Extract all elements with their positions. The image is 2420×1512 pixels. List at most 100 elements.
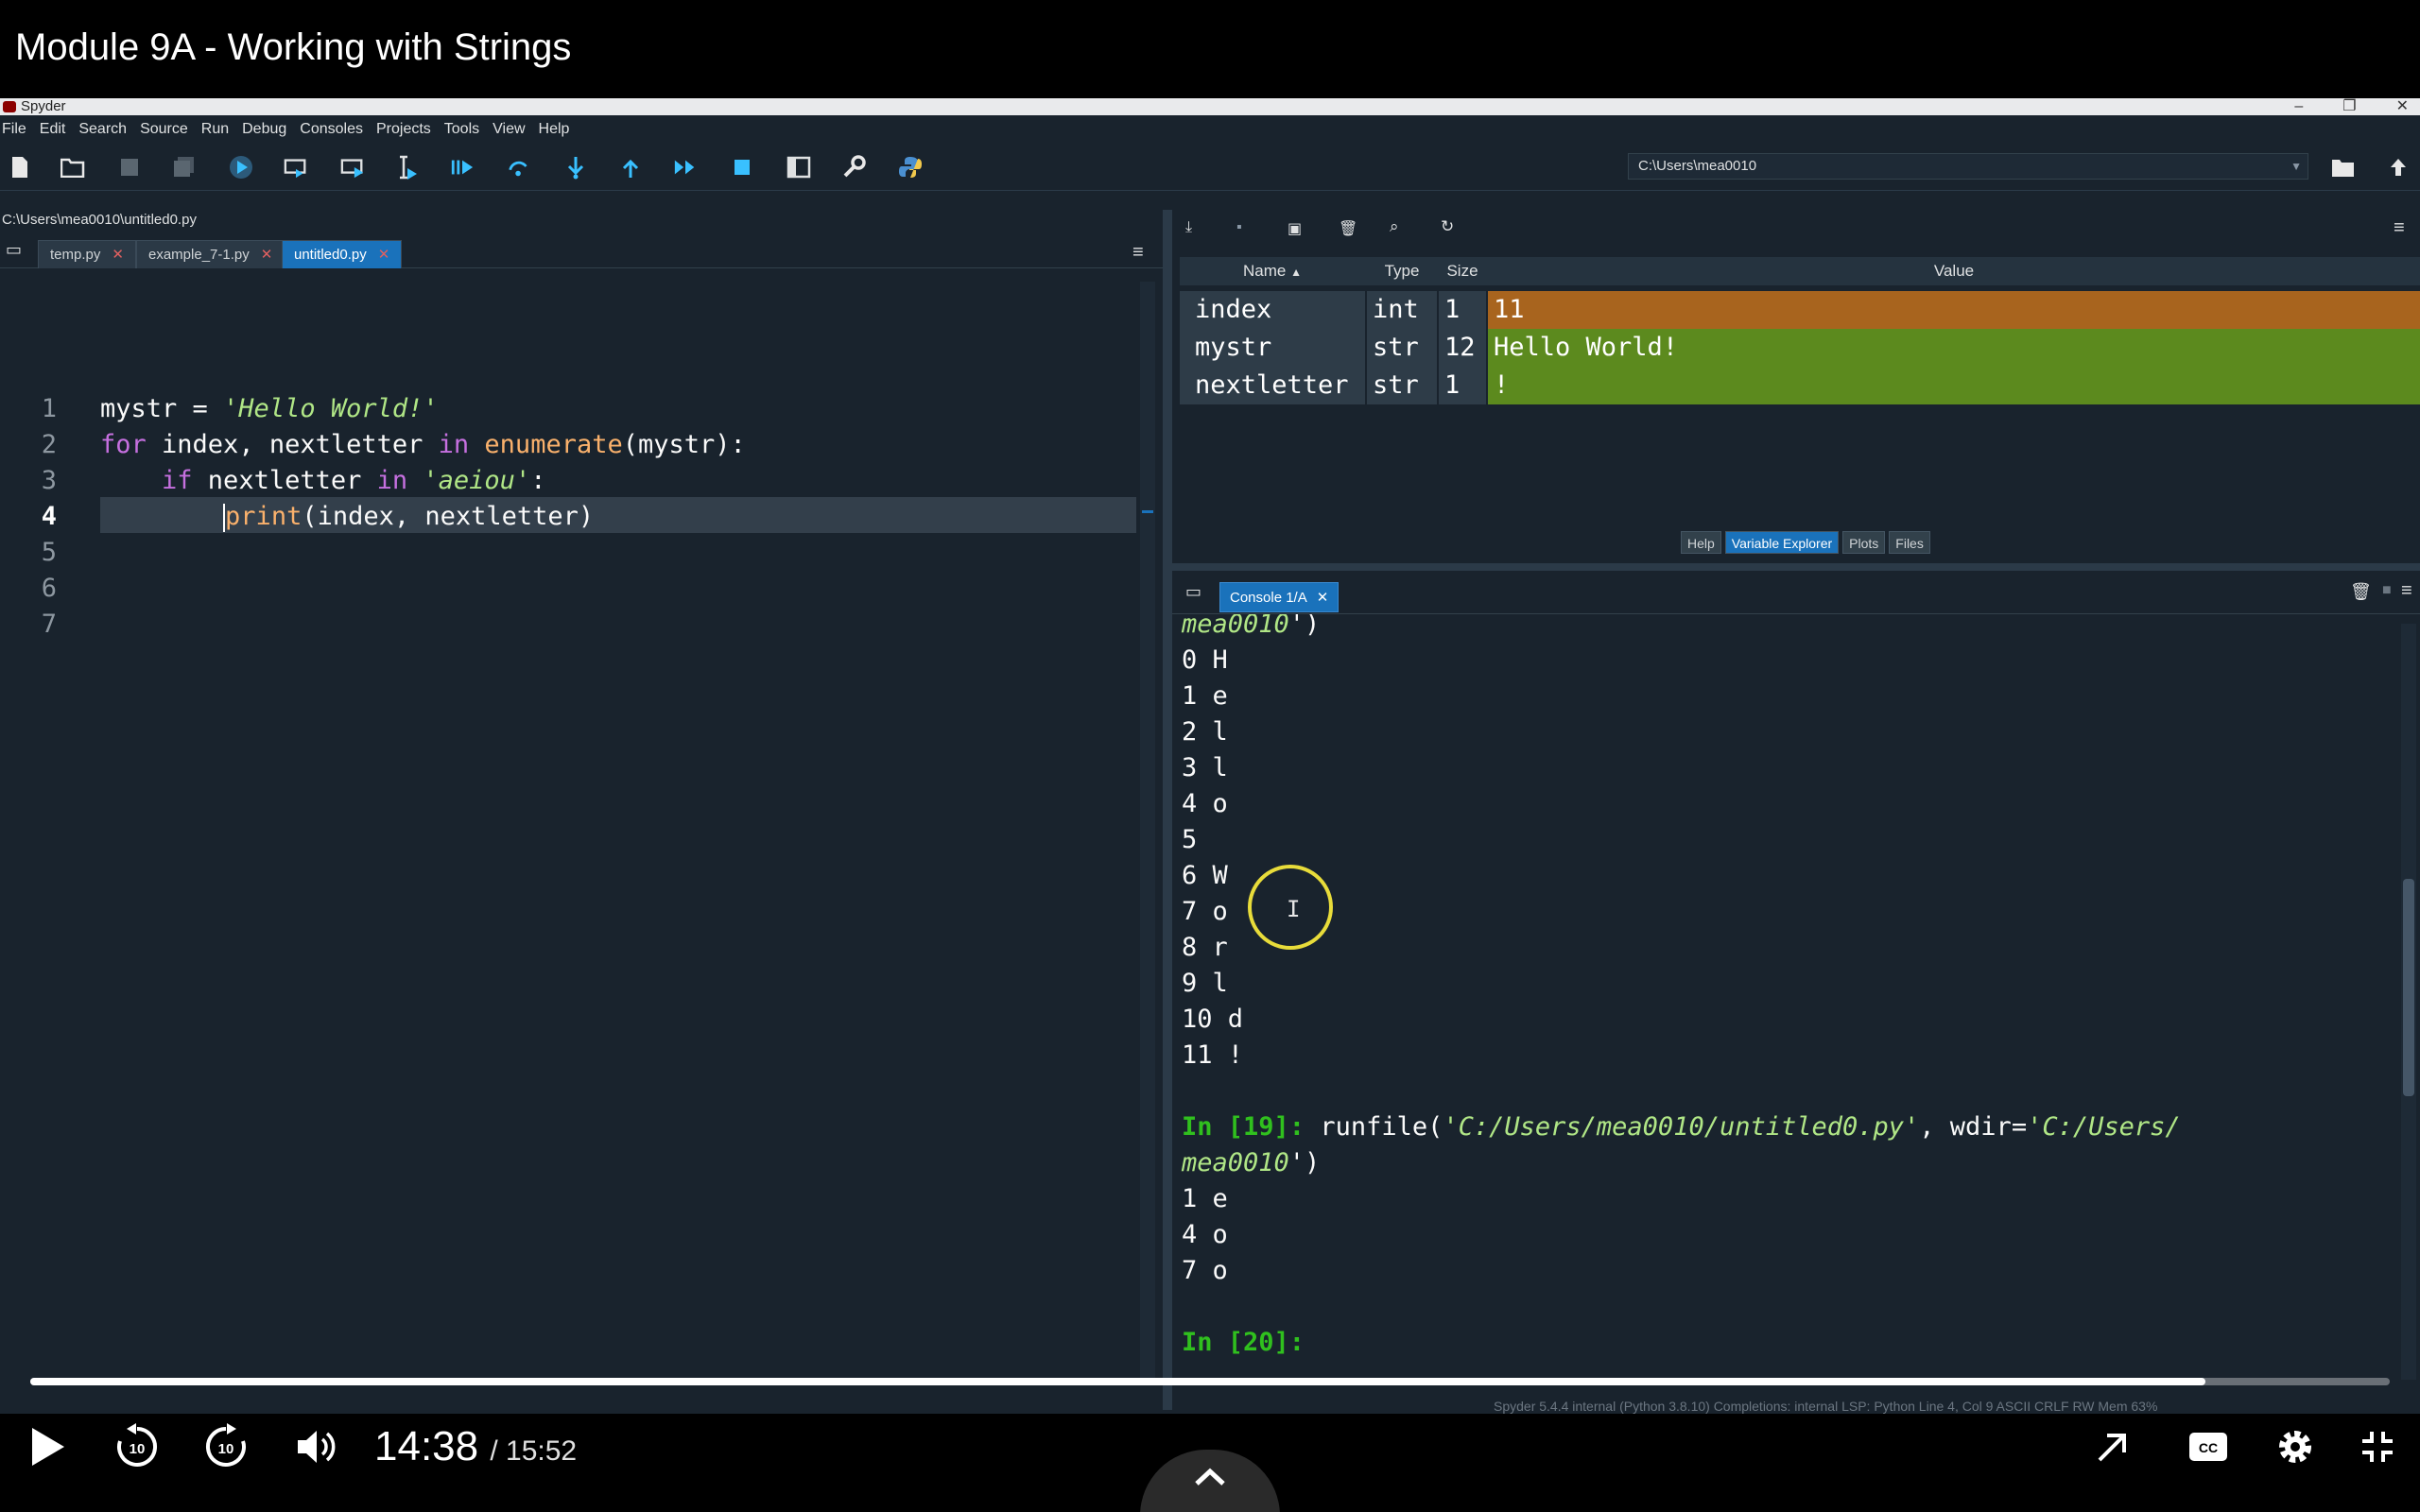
exit-fullscreen-icon[interactable] bbox=[2344, 1414, 2411, 1480]
menu-tools[interactable]: Tools bbox=[444, 121, 479, 138]
console-scrollbar[interactable] bbox=[2401, 624, 2416, 1380]
stop-debug-icon[interactable] bbox=[730, 155, 754, 180]
share-arrow-icon[interactable] bbox=[2080, 1414, 2146, 1480]
variable-type: str bbox=[1367, 367, 1437, 404]
working-directory-value: C:\Users\mea0010 bbox=[1638, 158, 1757, 174]
continue-icon[interactable] bbox=[673, 155, 698, 180]
column-header-size[interactable]: Size bbox=[1439, 257, 1486, 285]
debug-file-icon[interactable] bbox=[450, 155, 475, 180]
run-file-icon[interactable] bbox=[229, 155, 253, 180]
step-out-icon[interactable] bbox=[618, 155, 643, 180]
step-over-icon[interactable] bbox=[507, 155, 531, 180]
run-cell-advance-icon[interactable] bbox=[340, 155, 365, 180]
menu-consoles[interactable]: Consoles bbox=[300, 121, 363, 138]
column-header-name[interactable]: Name ▲ bbox=[1180, 257, 1365, 286]
forward-10-icon[interactable]: 10 bbox=[195, 1414, 257, 1480]
table-header: Name ▲ Type Size Value bbox=[1180, 257, 2420, 285]
table-row[interactable]: mystr str 12 Hello World! bbox=[1180, 329, 2420, 367]
browse-tabs-icon[interactable]: ▭ bbox=[1185, 582, 1201, 602]
run-selection-icon[interactable] bbox=[395, 155, 420, 180]
volume-icon[interactable] bbox=[285, 1414, 348, 1480]
code-editor[interactable]: 1 2 3 4 5 6 7 mystr = 'Hello World!' for… bbox=[0, 282, 1155, 1378]
variable-name: nextletter bbox=[1180, 367, 1365, 404]
rewind-10-icon[interactable]: 10 bbox=[106, 1414, 168, 1480]
restore-icon[interactable]: ❐ bbox=[2342, 98, 2356, 115]
save-all-icon[interactable] bbox=[172, 155, 197, 180]
column-header-type[interactable]: Type bbox=[1367, 257, 1437, 285]
remove-variables-icon[interactable]: 🗑 bbox=[1339, 219, 1357, 238]
import-data-icon[interactable]: ⤓ bbox=[1185, 219, 1192, 236]
menu-debug[interactable]: Debug bbox=[242, 121, 286, 138]
time-display: 14:38 / 15:52 bbox=[374, 1414, 577, 1480]
menu-search[interactable]: Search bbox=[78, 121, 127, 138]
console-prompt-current[interactable]: In [20]: bbox=[1182, 1325, 1305, 1361]
save-icon[interactable] bbox=[117, 155, 142, 180]
maximize-pane-icon[interactable] bbox=[786, 155, 811, 180]
python-path-icon[interactable] bbox=[898, 155, 923, 180]
status-bar: Spyder 5.4.4 internal (Python 3.8.10) Co… bbox=[1494, 1399, 2158, 1414]
tab-untitled0-py[interactable]: untitled0.py ✕ bbox=[282, 240, 403, 268]
browse-tabs-icon[interactable]: ▭ bbox=[6, 240, 22, 260]
tab-example-7-1-py[interactable]: example_7-1.py ✕ bbox=[136, 240, 285, 268]
save-data-icon[interactable]: ▪ bbox=[1236, 219, 1242, 236]
menu-file[interactable]: File bbox=[2, 121, 26, 138]
menu-bar: File Edit Search Source Run Debug Consol… bbox=[0, 115, 2420, 144]
tab-plots[interactable]: Plots bbox=[1842, 531, 1886, 554]
menu-run[interactable]: Run bbox=[201, 121, 229, 138]
menu-view[interactable]: View bbox=[493, 121, 525, 138]
table-row[interactable]: index int 1 11 bbox=[1180, 291, 2420, 329]
captions-icon[interactable]: CC bbox=[2172, 1414, 2244, 1480]
console-output-line: 1 e bbox=[1182, 681, 1228, 711]
pane-splitter[interactable] bbox=[1172, 563, 2420, 571]
search-icon[interactable]: ⌕ bbox=[1390, 217, 1399, 236]
pane-splitter[interactable] bbox=[1163, 210, 1172, 1410]
pane-options-icon[interactable]: ≡ bbox=[2401, 580, 2412, 602]
menu-source[interactable]: Source bbox=[140, 121, 188, 138]
close-icon[interactable]: ✕ bbox=[378, 247, 390, 263]
play-icon[interactable] bbox=[19, 1414, 76, 1480]
run-cell-icon[interactable] bbox=[284, 155, 308, 180]
variable-name: mystr bbox=[1180, 329, 1365, 367]
pane-options-icon[interactable]: ≡ bbox=[2394, 217, 2405, 239]
refresh-icon[interactable]: ↻ bbox=[1441, 217, 1454, 236]
tab-files[interactable]: Files bbox=[1889, 531, 1930, 554]
tab-console-1a[interactable]: Console 1/A ✕ bbox=[1219, 582, 1340, 612]
menu-projects[interactable]: Projects bbox=[376, 121, 431, 138]
line-number: 3 bbox=[41, 466, 57, 495]
line-number: 6 bbox=[41, 574, 57, 603]
browse-folder-icon[interactable] bbox=[2331, 155, 2356, 180]
ipython-console[interactable]: mea0010') 0 H 1 e 2 l 3 l 4 o 5 6 W 7 o … bbox=[1172, 614, 2420, 1408]
tab-label: example_7-1.py bbox=[148, 247, 250, 263]
close-icon[interactable]: ✕ bbox=[2396, 98, 2409, 115]
scrollbar-thumb[interactable] bbox=[2403, 879, 2414, 1096]
step-into-icon[interactable] bbox=[563, 155, 588, 180]
close-icon[interactable]: ✕ bbox=[112, 247, 124, 263]
column-header-value[interactable]: Value bbox=[1488, 257, 2420, 285]
pane-options-icon[interactable]: ≡ bbox=[1132, 242, 1144, 264]
open-file-icon[interactable] bbox=[60, 155, 85, 180]
tab-help[interactable]: Help bbox=[1681, 531, 1721, 554]
console-output-line: 5 bbox=[1182, 825, 1198, 854]
preferences-icon[interactable] bbox=[841, 155, 866, 180]
close-icon[interactable]: ✕ bbox=[1317, 590, 1329, 606]
video-player: Module 9A - Working with Strings Spyder … bbox=[0, 0, 2420, 1512]
parent-directory-icon[interactable] bbox=[2386, 155, 2411, 180]
variable-type: str bbox=[1367, 329, 1437, 367]
save-data-as-icon[interactable]: ▣ bbox=[1288, 219, 1302, 238]
minimize-icon[interactable]: – bbox=[2294, 98, 2303, 115]
interrupt-kernel-icon[interactable]: ■ bbox=[2382, 582, 2392, 599]
table-row[interactable]: nextletter str 1 ! bbox=[1180, 367, 2420, 404]
remove-variables-icon[interactable]: 🗑 bbox=[2350, 582, 2372, 602]
console-output-line: 0 H bbox=[1182, 645, 1228, 675]
tab-variable-explorer[interactable]: Variable Explorer bbox=[1724, 531, 1840, 554]
menu-help[interactable]: Help bbox=[539, 121, 570, 138]
tab-temp-py[interactable]: temp.py ✕ bbox=[38, 240, 136, 268]
close-icon[interactable]: ✕ bbox=[261, 247, 273, 263]
variable-size: 12 bbox=[1439, 329, 1486, 367]
new-file-icon[interactable] bbox=[8, 155, 32, 180]
menu-edit[interactable]: Edit bbox=[40, 121, 66, 138]
working-directory-input[interactable]: C:\Users\mea0010 ▼ bbox=[1628, 153, 2308, 180]
chevron-down-icon[interactable]: ▼ bbox=[2290, 154, 2302, 179]
settings-gear-icon[interactable] bbox=[2259, 1414, 2331, 1480]
editor-scrollbar[interactable] bbox=[1140, 282, 1155, 1378]
